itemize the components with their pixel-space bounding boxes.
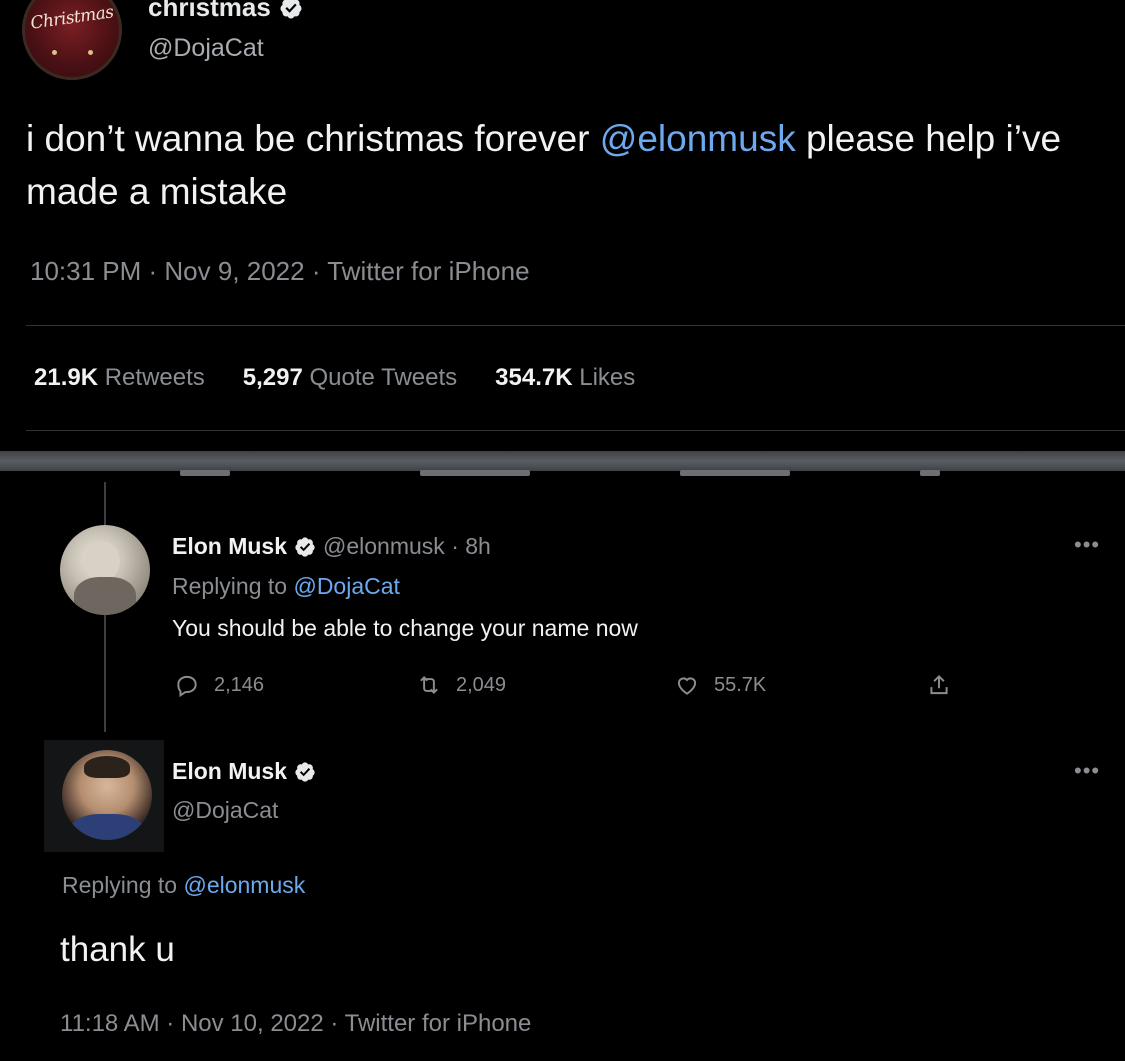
- avatar-body: [74, 577, 136, 615]
- verified-badge-icon: [280, 0, 302, 18]
- reply-text: thank u: [60, 930, 175, 969]
- share-icon: [930, 674, 948, 695]
- mention-link[interactable]: @elonmusk: [600, 118, 796, 159]
- retweet-icon: [420, 676, 438, 694]
- reply-action[interactable]: 2,146: [174, 672, 264, 698]
- retweet-count: 2,049: [456, 673, 507, 696]
- replying-to: Replying to @elonmusk: [62, 872, 305, 899]
- replying-prefix: Replying to: [62, 872, 178, 898]
- quotes-count: 5,297: [242, 364, 303, 391]
- display-name[interactable]: christmas: [148, 0, 271, 23]
- retweets-stat[interactable]: 21.9K Retweets: [34, 364, 205, 392]
- reply-icon: [177, 675, 197, 698]
- quote-tweets-stat[interactable]: 5,297 Quote Tweets: [243, 364, 457, 392]
- avatar[interactable]: [60, 525, 150, 615]
- screenshot-seam: [0, 451, 1125, 471]
- verified-badge-icon: [295, 761, 315, 782]
- replying-prefix: Replying to: [172, 573, 288, 599]
- verified-badge-icon: [295, 536, 315, 557]
- author-handle[interactable]: @DojaCat: [172, 797, 278, 824]
- retweets-label: Retweets: [104, 364, 205, 391]
- like-action[interactable]: 55.7K: [674, 672, 766, 698]
- avatar[interactable]: Christmas: [22, 0, 122, 80]
- display-name[interactable]: Elon Musk: [172, 758, 287, 785]
- reply-author-row: Elon Musk: [172, 758, 316, 785]
- retweets-count: 21.9K: [34, 364, 99, 391]
- handle-and-time[interactable]: @elonmusk · 8h: [323, 533, 491, 560]
- avatar-ornament: [52, 50, 57, 55]
- divider: [26, 325, 1125, 326]
- replying-to: Replying to @DojaCat: [172, 573, 400, 600]
- tweet-text: i don’t wanna be christmas forever @elon…: [26, 112, 1125, 218]
- tweet-timestamp[interactable]: 10:31 PM · Nov 9, 2022 · Twitter for iPh…: [30, 256, 530, 287]
- likes-count: 354.7K: [495, 364, 573, 391]
- cutoff-action-bar: [180, 470, 940, 482]
- avatar-hair: [84, 756, 130, 778]
- more-icon[interactable]: •••: [1074, 758, 1100, 784]
- cutoff-glyph: [420, 470, 530, 476]
- author-name-row[interactable]: christmas: [148, 0, 303, 23]
- divider: [26, 430, 1125, 431]
- like-count: 55.7K: [714, 673, 767, 696]
- likes-label: Likes: [579, 364, 636, 391]
- avatar-face: [84, 541, 120, 581]
- heart-icon: [677, 677, 697, 695]
- cutoff-glyph: [180, 470, 230, 476]
- cutoff-glyph: [680, 470, 790, 476]
- mention-link[interactable]: @DojaCat: [293, 573, 399, 599]
- tweet-timestamp[interactable]: 11:18 AM · Nov 10, 2022 · Twitter for iP…: [60, 1010, 531, 1038]
- avatar-logo-text: Christmas: [29, 2, 115, 34]
- author-handle[interactable]: @DojaCat: [148, 34, 264, 63]
- quotes-label: Quote Tweets: [309, 364, 458, 391]
- share-action[interactable]: [926, 672, 952, 698]
- retweet-action[interactable]: 2,049: [416, 672, 506, 698]
- tweet-text-part: i don’t wanna be christmas forever: [26, 118, 600, 159]
- likes-stat[interactable]: 354.7K Likes: [495, 364, 635, 392]
- cutoff-glyph: [920, 470, 940, 476]
- reply-author-row: Elon Musk @elonmusk · 8h: [172, 533, 491, 560]
- mention-link[interactable]: @elonmusk: [183, 872, 305, 898]
- reply-text: You should be able to change your name n…: [172, 615, 638, 641]
- avatar-shirt: [70, 814, 144, 840]
- reply-count: 2,146: [214, 673, 265, 696]
- more-icon[interactable]: •••: [1074, 532, 1100, 558]
- display-name[interactable]: Elon Musk: [172, 533, 287, 560]
- avatar[interactable]: [62, 750, 152, 840]
- engagement-stats: 21.9K Retweets 5,297 Quote Tweets 354.7K…: [34, 364, 635, 392]
- avatar-ornament: [88, 50, 93, 55]
